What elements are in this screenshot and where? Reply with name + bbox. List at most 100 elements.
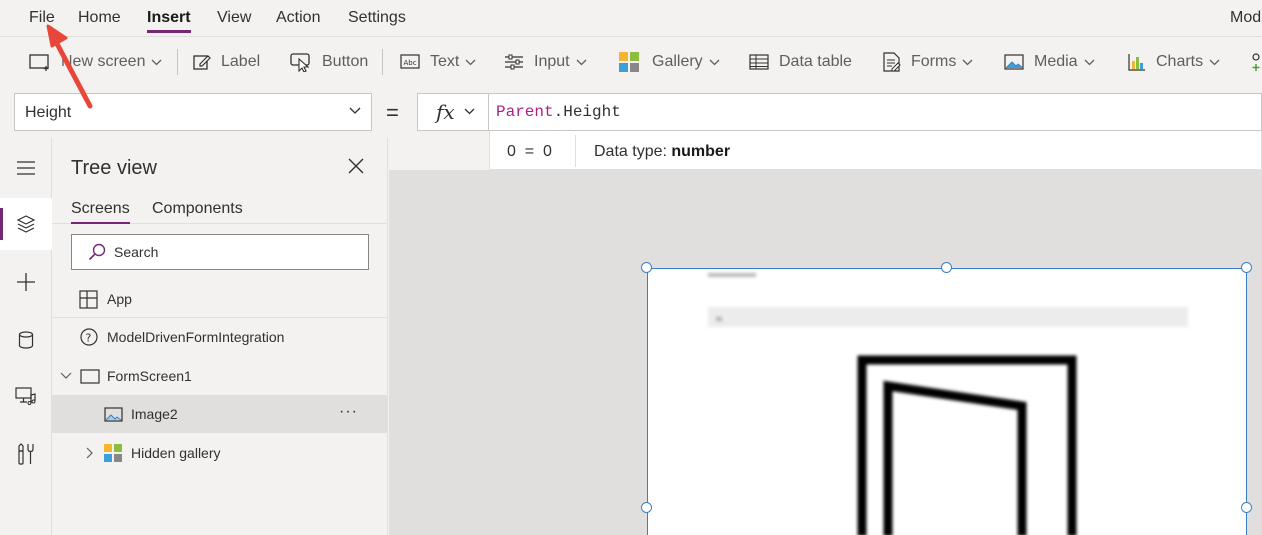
forms-button[interactable]: Forms (883, 51, 973, 73)
tree-item-formscreen1[interactable]: FormScreen1 (52, 357, 388, 395)
tab-components[interactable]: Components (152, 200, 243, 218)
input-sliders-icon (505, 54, 523, 70)
database-icon (18, 331, 34, 349)
menu-settings[interactable]: Settings (348, 9, 406, 27)
tree-item-image2[interactable]: Image2 ··· (52, 395, 388, 433)
tree-view-title: Tree view (71, 157, 157, 179)
menu-action[interactable]: Action (276, 9, 320, 27)
add-custom-icon (1252, 53, 1260, 71)
tab-screens[interactable]: Screens (71, 200, 130, 224)
label-button-label: Label (221, 53, 261, 70)
chevron-down-icon[interactable] (60, 372, 72, 380)
media-button[interactable]: Media (1004, 51, 1095, 73)
tree-item-modeldrivenformintegration[interactable]: ? ModelDrivenFormIntegration (52, 318, 388, 356)
data-table-button[interactable]: Data table (749, 51, 852, 73)
hamburger-menu-button[interactable] (0, 142, 52, 194)
resize-handle-left[interactable] (641, 502, 652, 513)
media-rail-button[interactable] (0, 370, 52, 422)
chevron-down-icon (465, 59, 476, 65)
tools-icon (18, 443, 34, 465)
hamburger-icon (17, 161, 35, 175)
gallery-icon (104, 444, 122, 462)
image-icon (104, 406, 123, 422)
text-box-icon: Abc (400, 54, 420, 69)
result-divider (575, 135, 576, 167)
fx-icon: fx (436, 100, 455, 124)
input-button-label: Input (534, 53, 570, 70)
menu-view[interactable]: View (217, 9, 251, 27)
equals-sign: = (386, 100, 399, 125)
tree-view-rail-button[interactable] (0, 198, 52, 250)
button-button[interactable]: Button (290, 51, 368, 73)
data-type-label: Data type: (594, 143, 672, 160)
formula-property: .Height (553, 103, 621, 121)
fx-button[interactable]: fx (417, 93, 489, 131)
chevron-down-icon (1084, 59, 1095, 65)
blurred-header-text (708, 273, 756, 277)
formula-keyword: Parent (496, 103, 554, 121)
tree-item-label: FormScreen1 (107, 368, 192, 384)
media-image-icon (1004, 54, 1024, 70)
tree-item-hidden-gallery[interactable]: Hidden gallery (52, 434, 388, 472)
plus-icon (17, 273, 35, 291)
advanced-tools-rail-button[interactable] (0, 428, 52, 480)
close-icon[interactable] (348, 158, 364, 174)
chevron-right-icon[interactable] (86, 447, 94, 459)
ribbon-divider (382, 49, 383, 75)
data-rail-button[interactable] (0, 314, 52, 366)
chevron-down-icon (576, 59, 587, 65)
button-pointer-icon (290, 53, 310, 72)
data-type-text: Data type: number (594, 143, 730, 161)
input-button[interactable]: Input (504, 51, 587, 73)
bar-chart-icon (1128, 54, 1145, 71)
resize-handle-top-left[interactable] (641, 262, 652, 273)
data-table-label: Data table (779, 53, 852, 70)
label-edit-icon (193, 55, 211, 70)
resize-handle-top[interactable] (941, 262, 952, 273)
tree-item-label: Hidden gallery (131, 445, 221, 461)
custom-button-partial[interactable] (1250, 51, 1262, 73)
data-type-value: number (671, 143, 731, 160)
chevron-down-icon (709, 59, 720, 65)
menu-bar: File Home Insert View Action Settings Mo… (0, 0, 1262, 37)
text-button[interactable]: Abc Text (400, 51, 476, 73)
tree-item-label: App (107, 291, 132, 307)
label-button[interactable]: Label (193, 51, 260, 73)
charts-button[interactable]: Charts (1128, 51, 1220, 73)
charts-button-label: Charts (1156, 53, 1204, 70)
button-button-label: Button (322, 53, 369, 70)
left-rail (0, 138, 52, 535)
tree-item-label: ModelDrivenFormIntegration (107, 329, 285, 345)
gallery-icon (619, 52, 639, 72)
gallery-button[interactable]: Gallery (619, 51, 720, 73)
more-options-button[interactable]: ··· (339, 403, 358, 421)
resize-handle-top-right[interactable] (1241, 262, 1252, 273)
tree-item-label: Image2 (131, 406, 178, 422)
resize-handle-right[interactable] (1241, 502, 1252, 513)
gallery-button-label: Gallery (652, 53, 703, 70)
door-image (857, 355, 1077, 535)
tree-search-box (71, 234, 369, 270)
app-grid-icon (79, 289, 98, 309)
search-input[interactable] (114, 241, 354, 263)
chevron-down-icon (464, 108, 475, 115)
tree-view-pane: Tree view Screens Components App ? Model… (52, 138, 388, 535)
tree-item-app[interactable]: App (52, 280, 388, 318)
forms-icon (883, 52, 901, 72)
media-button-label: Media (1034, 53, 1078, 70)
blurred-input-field (708, 307, 1188, 327)
selected-image-control[interactable] (647, 268, 1247, 535)
layers-icon (16, 215, 36, 233)
formula-input[interactable]: Parent.Height (489, 93, 1262, 131)
text-button-label: Text (430, 53, 460, 70)
annotation-arrow-icon (46, 24, 93, 109)
chevron-down-icon (962, 59, 973, 65)
result-expression: 0 = 0 (507, 143, 552, 160)
menu-insert[interactable]: Insert (147, 9, 191, 33)
formula-result-bar: 0 = 0 Data type: number (489, 131, 1262, 170)
formula-text: Parent.Height (496, 103, 621, 121)
insert-rail-button[interactable] (0, 256, 52, 308)
screen-icon (80, 368, 100, 384)
search-icon (88, 243, 106, 261)
chevron-down-icon (349, 107, 361, 114)
